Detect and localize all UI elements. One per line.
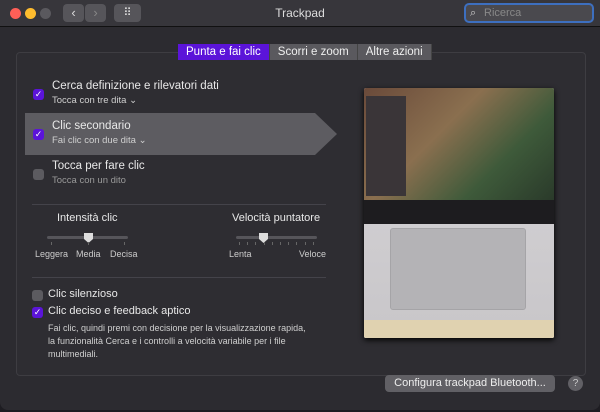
configure-bluetooth-trackpad-button[interactable]: Configura trackpad Bluetooth... [385, 375, 555, 392]
tick-label: Veloce [299, 249, 327, 259]
checkbox-clic-secondario[interactable]: ✓ [33, 129, 44, 140]
tick [263, 242, 265, 245]
search-placeholder: Ricerca [484, 7, 522, 19]
option-description: Fai clic, quindi premi con decisione per… [48, 322, 306, 361]
checkbox-tocca-per-fare-clic[interactable] [33, 169, 44, 180]
description-line: Fai clic, quindi premi con decisione per… [48, 323, 306, 333]
preferences-window: ‹ › ⠿ Trackpad ⌕ Ricerca Punta e fai cli… [0, 0, 600, 410]
tab-altre-azioni[interactable]: Altre azioni [357, 44, 432, 60]
tick [255, 242, 257, 245]
divider [32, 277, 326, 278]
gesture-preview-video [364, 88, 554, 338]
pointer-speed-title: Velocità puntatore [232, 212, 321, 224]
tick-label: Lenta [229, 249, 252, 259]
option-label: Clic secondario [52, 120, 131, 132]
tick [271, 242, 273, 245]
option-gesture-dropdown[interactable]: Fai clic con due dita ⌄ [52, 135, 147, 146]
chevron-down-icon: ⌄ [129, 95, 138, 106]
option-subtitle: Tocca con un dito [52, 175, 126, 186]
gesture-value: Fai clic con due dita [52, 135, 136, 146]
tick [88, 242, 89, 245]
search-input[interactable]: ⌕ Ricerca [464, 3, 594, 23]
tick [124, 242, 125, 245]
preview-trackpad [390, 228, 526, 310]
tick [288, 242, 290, 245]
tick-label: Media [76, 249, 101, 259]
checkbox-clic-silenzioso[interactable] [32, 290, 43, 301]
help-button[interactable]: ? [568, 376, 583, 391]
tab-scorri-e-zoom[interactable]: Scorri e zoom [269, 44, 358, 60]
tick-label: Leggera [35, 249, 69, 259]
tick [304, 242, 306, 245]
chevron-down-icon: ⌄ [138, 135, 147, 146]
tick-label: Decisa [110, 249, 138, 259]
pointer-speed-slider[interactable] [236, 236, 317, 239]
tab-punta-e-fai-clic[interactable]: Punta e fai clic [178, 44, 270, 60]
option-label: Cerca definizione e rilevatori dati [52, 80, 219, 92]
preview-sidebar [366, 96, 406, 196]
search-icon: ⌕ [470, 7, 477, 19]
option-gesture-dropdown[interactable]: Tocca con tre dita ⌄ [52, 95, 137, 106]
preview-touchbar [364, 200, 554, 224]
option-label: Tocca per fare clic [52, 160, 145, 172]
tick [51, 242, 52, 245]
option-label: Clic deciso e feedback aptico [48, 305, 191, 317]
preview-desk [364, 320, 554, 338]
description-line: la funzionalità Cerca e i controlli a ve… [48, 336, 286, 346]
checkbox-clic-deciso[interactable]: ✓ [32, 307, 43, 318]
tick [247, 242, 249, 245]
tick [296, 242, 298, 245]
option-label: Clic silenzioso [48, 288, 118, 300]
title-bar: ‹ › ⠿ Trackpad ⌕ Ricerca [0, 0, 600, 27]
click-intensity-title: Intensità clic [57, 212, 118, 224]
gesture-value: Tocca con tre dita [52, 95, 127, 106]
tick [280, 242, 281, 245]
checkbox-cerca-definizione[interactable]: ✓ [33, 89, 44, 100]
tick [239, 242, 240, 245]
divider [32, 204, 326, 205]
tick [312, 242, 314, 245]
tab-bar: Punta e fai clic Scorri e zoom Altre azi… [178, 44, 432, 60]
description-line: multimediali. [48, 349, 99, 359]
